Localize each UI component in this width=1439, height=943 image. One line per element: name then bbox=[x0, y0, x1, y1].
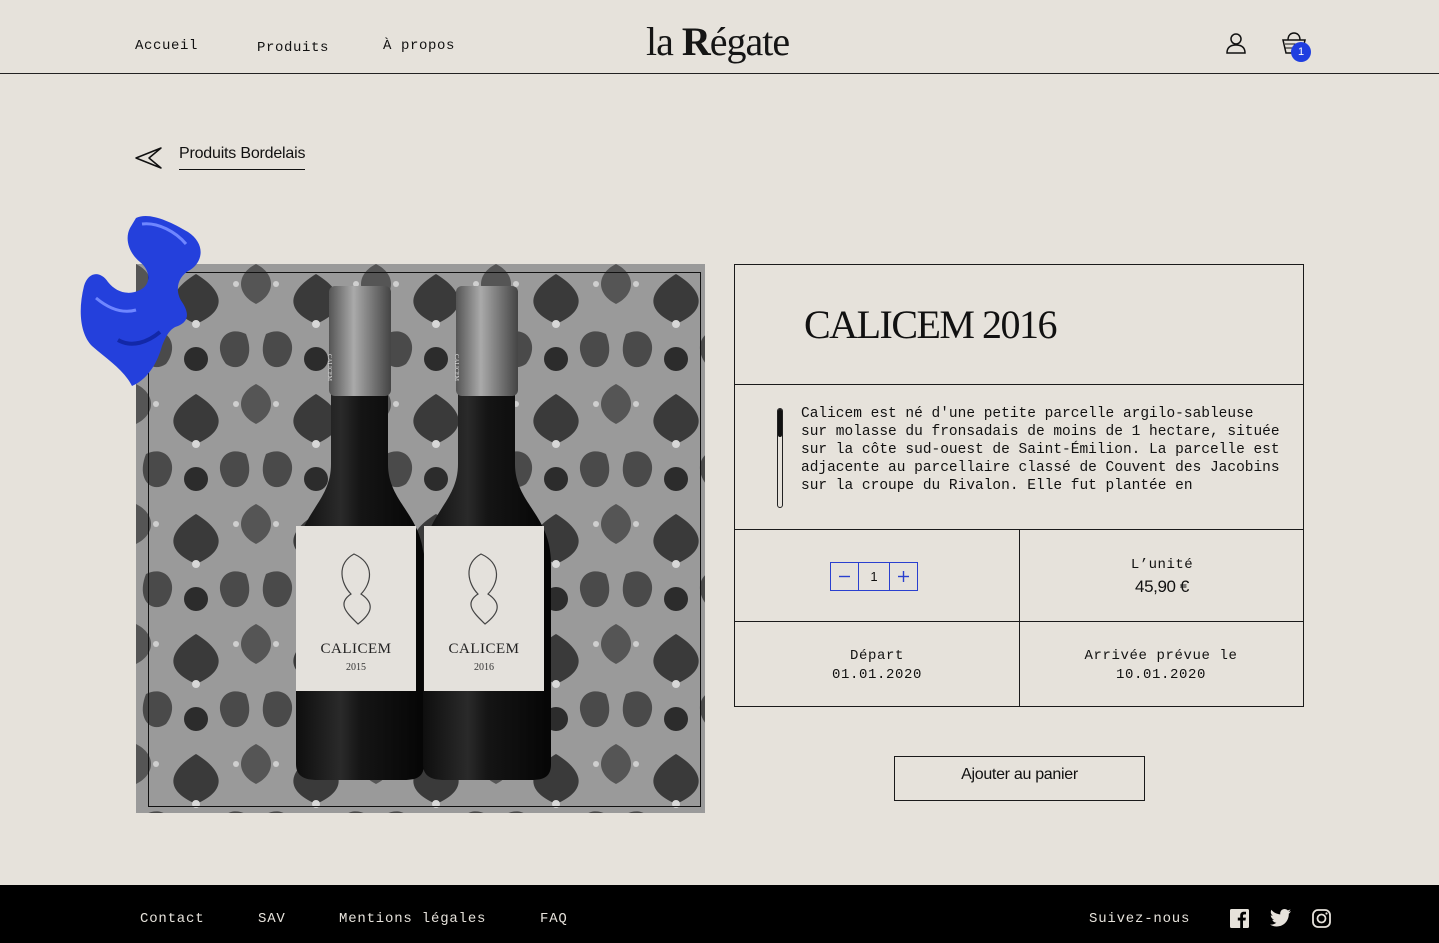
title-row: CALICEM 2016 bbox=[735, 265, 1303, 385]
site-footer: Contact SAV Mentions légales FAQ Suivez-… bbox=[0, 885, 1439, 943]
increase-quantity-button[interactable] bbox=[889, 562, 918, 591]
product-info-panel: CALICEM 2016 Calicem est né d'une petite… bbox=[734, 264, 1304, 707]
nav-accueil[interactable]: Accueil bbox=[135, 38, 198, 54]
divider bbox=[1019, 622, 1020, 707]
departure-label: Départ bbox=[849, 648, 904, 664]
unit-price: 45,90 € bbox=[1135, 577, 1189, 596]
image-frame bbox=[148, 272, 701, 807]
decrease-quantity-button[interactable] bbox=[830, 562, 859, 591]
product-image: CALICEM 2015 CALICEM 2016 CALICEM CALICE… bbox=[136, 264, 705, 813]
bottle-1-cap-text: CALICEM bbox=[326, 354, 332, 381]
quantity-stepper: 1 bbox=[830, 562, 918, 591]
quantity-value[interactable]: 1 bbox=[859, 562, 889, 591]
logo[interactable]: la Régate bbox=[646, 18, 790, 65]
nav-a-propos[interactable]: À propos bbox=[383, 38, 455, 54]
product-title: CALICEM 2016 bbox=[804, 302, 1058, 347]
footer-faq-link[interactable]: FAQ bbox=[540, 911, 568, 927]
back-arrow-icon[interactable] bbox=[135, 146, 163, 170]
bottle-1-name: CALICEM bbox=[320, 641, 392, 657]
arrival-date: 10.01.2020 bbox=[1115, 667, 1206, 683]
bottle-1-year: 2015 bbox=[346, 662, 366, 673]
add-to-cart-button[interactable]: Ajouter au panier bbox=[894, 756, 1145, 801]
footer-mentions-link[interactable]: Mentions légales bbox=[339, 911, 486, 927]
logo-r: R bbox=[681, 19, 711, 64]
instagram-icon[interactable] bbox=[1312, 909, 1331, 928]
logo-post: égate bbox=[709, 19, 790, 64]
bottle-2-name: CALICEM bbox=[448, 641, 520, 657]
product-description: Calicem est né d'une petite parcelle arg… bbox=[801, 406, 1280, 494]
quantity-price-row: 1 L’unité 45,90 € bbox=[735, 529, 1303, 622]
logo-pre: la bbox=[646, 19, 682, 64]
plus-icon bbox=[898, 571, 909, 582]
departure-date: 01.01.2020 bbox=[831, 667, 922, 683]
arrival-label: Arrivée prévue le bbox=[1084, 648, 1238, 664]
cart-count-badge: 1 bbox=[1291, 42, 1311, 62]
minus-icon bbox=[839, 575, 850, 578]
bottle-2-cap-text: CALICEM bbox=[453, 354, 459, 381]
follow-us-label: Suivez-nous bbox=[1089, 911, 1191, 927]
twitter-icon[interactable] bbox=[1270, 909, 1291, 927]
footer-contact-link[interactable]: Contact bbox=[140, 911, 204, 927]
description-row: Calicem est né d'une petite parcelle arg… bbox=[735, 385, 1303, 530]
blue-paint-decoration bbox=[80, 215, 201, 386]
unit-label: L’unité bbox=[1130, 557, 1194, 573]
bottle-2-year: 2016 bbox=[474, 662, 494, 673]
shipping-dates-row: Départ 01.01.2020 Arrivée prévue le 10.0… bbox=[735, 622, 1303, 707]
scrollbar-thumb[interactable] bbox=[778, 409, 782, 437]
breadcrumb-link[interactable]: Produits Bordelais bbox=[179, 145, 305, 170]
facebook-icon[interactable] bbox=[1230, 909, 1249, 928]
description-scrollbar[interactable] bbox=[777, 408, 783, 508]
divider bbox=[1019, 529, 1020, 621]
footer-sav-link[interactable]: SAV bbox=[258, 911, 286, 927]
site-header: Accueil Produits À propos la Régate 1 bbox=[0, 0, 1439, 74]
nav-produits[interactable]: Produits bbox=[257, 40, 329, 56]
user-icon[interactable] bbox=[1225, 32, 1247, 54]
